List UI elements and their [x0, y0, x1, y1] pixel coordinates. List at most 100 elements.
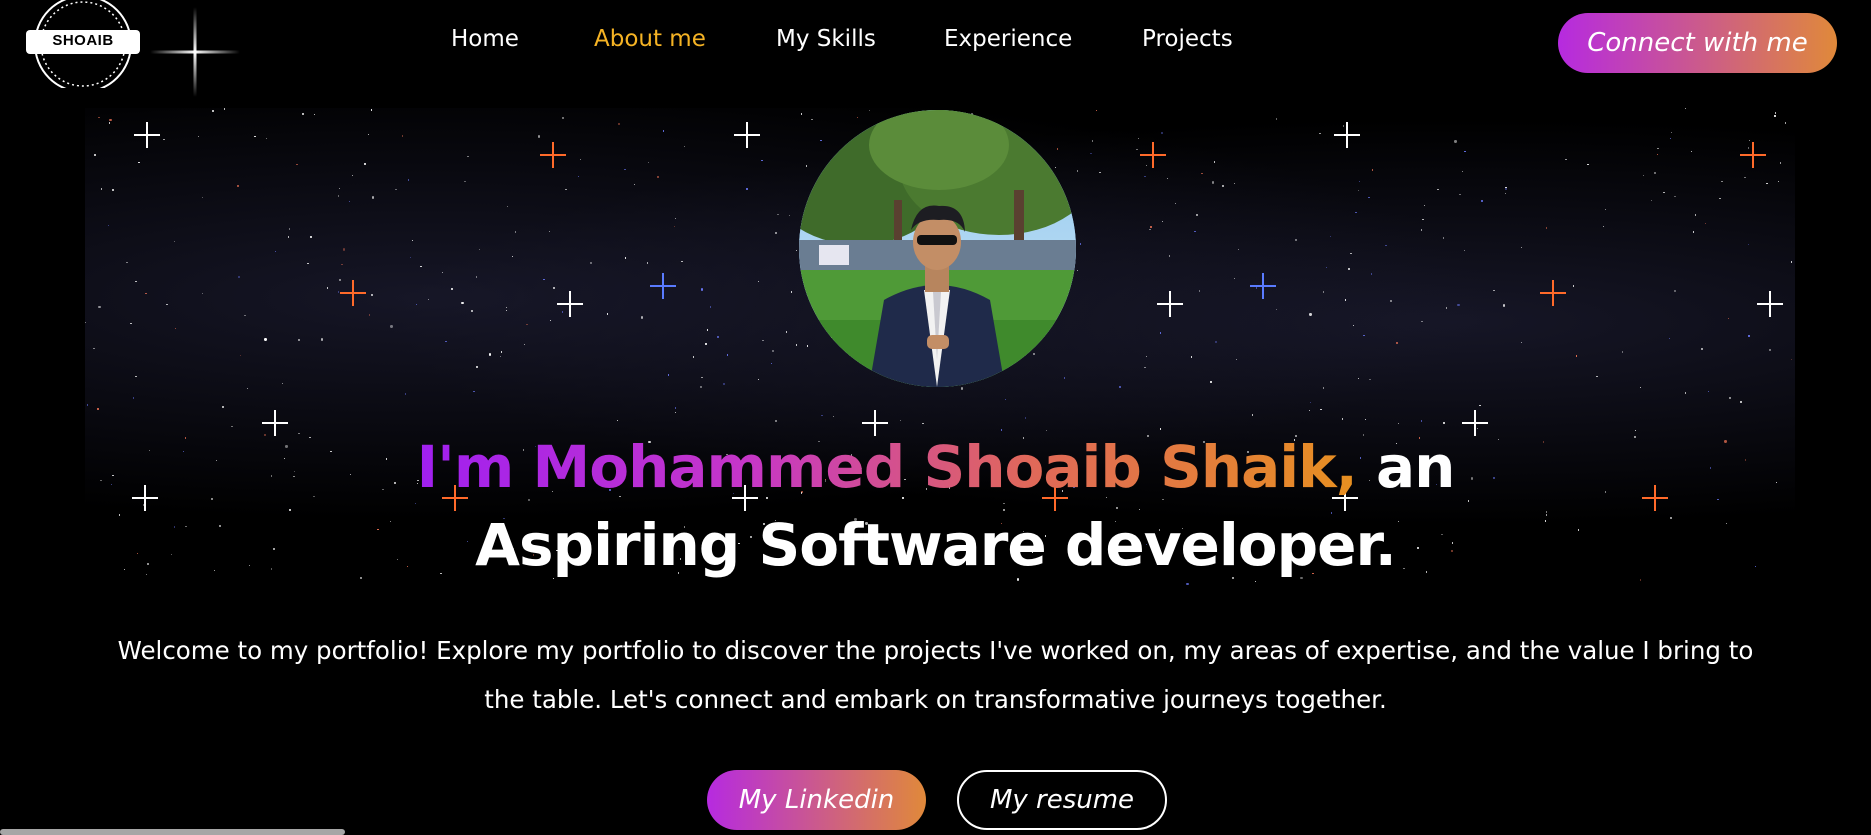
star-dot: [775, 232, 777, 234]
star-dot: [1701, 348, 1703, 350]
star-dot: [1442, 237, 1445, 239]
star-dot: [130, 322, 132, 324]
star-dot: [514, 231, 517, 233]
star-dot: [1326, 266, 1328, 268]
sparkle-icon: [1540, 280, 1566, 306]
star-dot: [1502, 304, 1506, 307]
star-dot: [371, 294, 373, 296]
star-dot: [1640, 386, 1642, 389]
star-dot: [800, 113, 803, 115]
star-dot: [726, 354, 729, 356]
star-dot: [287, 236, 290, 238]
nav-link-home[interactable]: Home: [451, 26, 519, 52]
star-dot: [1159, 332, 1162, 334]
star-dot: [307, 262, 309, 264]
star-dot: [537, 135, 540, 138]
star-dot: [1423, 204, 1426, 207]
star-dot: [1690, 150, 1693, 152]
star-dot: [348, 200, 351, 203]
star-dot: [467, 156, 469, 158]
star-dot: [173, 240, 176, 243]
star-dot: [1190, 356, 1193, 358]
star-dot: [302, 113, 304, 115]
star-dot: [395, 189, 397, 191]
avatar: [799, 110, 1076, 387]
star-dot: [371, 196, 375, 199]
star-dot: [1396, 342, 1398, 344]
star-dot: [364, 163, 366, 165]
star-dot: [1766, 183, 1768, 185]
star-dot: [700, 386, 702, 388]
star-dot: [683, 145, 685, 148]
star-dot: [85, 322, 87, 324]
star-dot: [1024, 417, 1027, 419]
star-dot: [1322, 387, 1325, 389]
linkedin-button[interactable]: My Linkedin: [707, 770, 926, 830]
nav-link-experience[interactable]: Experience: [944, 26, 1072, 52]
star-dot: [667, 374, 670, 376]
horizontal-scrollbar[interactable]: [0, 829, 345, 835]
star-dot: [1459, 193, 1461, 196]
star-dot: [723, 383, 725, 385]
star-dot: [762, 340, 764, 342]
star-dot: [795, 249, 798, 252]
star-dot: [1657, 147, 1659, 150]
star-dot: [1166, 177, 1169, 179]
star-dot: [1358, 180, 1361, 183]
star-dot: [1201, 172, 1203, 174]
nav-link-projects[interactable]: Projects: [1142, 26, 1233, 52]
star-dot: [1095, 109, 1097, 112]
star-dot: [1656, 153, 1658, 156]
star-dot: [832, 415, 834, 418]
star-dot: [553, 287, 555, 289]
star-dot: [1344, 299, 1347, 301]
star-dot: [237, 275, 241, 278]
star-dot: [758, 280, 760, 283]
star-dot: [805, 165, 808, 167]
sparkle-icon: [1740, 142, 1766, 168]
star-dot: [1350, 253, 1352, 255]
star-dot: [1744, 176, 1746, 178]
star-dot: [415, 303, 417, 306]
star-dot: [1194, 231, 1196, 233]
star-dot: [197, 135, 200, 138]
star-dot: [1454, 140, 1457, 143]
resume-button[interactable]: My resume: [957, 770, 1167, 830]
star-dot: [922, 423, 924, 425]
star-dot: [1790, 358, 1793, 361]
star-dot: [1309, 313, 1312, 316]
star-dot: [705, 343, 707, 345]
star-dot: [1077, 170, 1079, 172]
star-dot: [247, 388, 249, 390]
hero-headline: I'm Mohammed Shoaib Shaik, an Aspiring S…: [0, 428, 1871, 584]
star-dot: [1063, 377, 1066, 379]
star-dot: [647, 161, 650, 163]
nav-link-about-me[interactable]: About me: [594, 26, 706, 52]
star-dot: [97, 408, 99, 410]
star-dot: [771, 362, 773, 364]
connect-with-me-button[interactable]: Connect with me: [1558, 13, 1837, 73]
star-dot: [1565, 158, 1567, 161]
star-dot: [900, 419, 902, 422]
star-dot: [511, 255, 514, 258]
star-dot: [1090, 152, 1092, 155]
star-dot: [461, 301, 464, 304]
star-dot: [86, 404, 88, 406]
star-dot: [674, 412, 676, 414]
sparkle-icon: [1757, 291, 1783, 317]
star-dot: [1520, 246, 1523, 249]
headline-line-2: Aspiring Software developer.: [475, 511, 1397, 579]
star-dot: [107, 224, 110, 226]
star-dot: [1748, 139, 1751, 142]
star-dot: [1032, 352, 1036, 356]
star-dot: [1493, 289, 1495, 291]
star-dot: [471, 310, 473, 312]
star-dot: [1692, 231, 1694, 233]
star-dot: [1572, 285, 1575, 287]
nav-link-my-skills[interactable]: My Skills: [776, 26, 876, 52]
star-dot: [473, 390, 475, 393]
star-dot: [1748, 335, 1750, 337]
star-dot: [1056, 148, 1059, 150]
star-dot: [411, 240, 414, 242]
star-dot: [108, 122, 111, 124]
